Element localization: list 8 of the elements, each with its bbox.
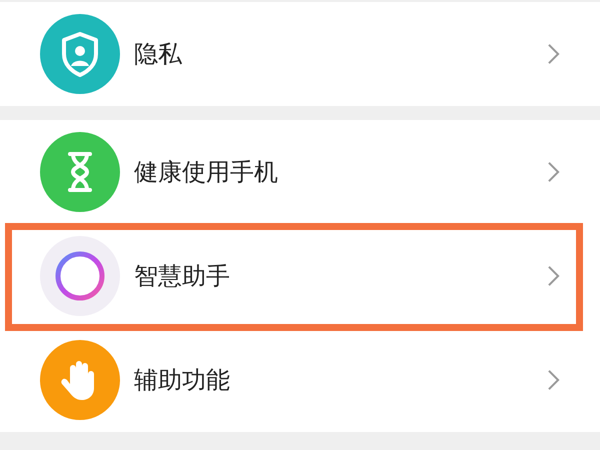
chevron-right-icon bbox=[547, 369, 560, 391]
chevron-right-icon bbox=[547, 265, 560, 287]
settings-item-label[interactable]: 隐私 bbox=[134, 38, 547, 70]
settings-item-label[interactable]: 健康使用手机 bbox=[134, 156, 547, 188]
settings-item-label[interactable]: 智慧助手 bbox=[134, 260, 547, 292]
chevron-right-icon bbox=[547, 43, 560, 65]
chevron-right-icon bbox=[547, 161, 560, 183]
settings-item-label[interactable]: 辅助功能 bbox=[134, 364, 547, 396]
